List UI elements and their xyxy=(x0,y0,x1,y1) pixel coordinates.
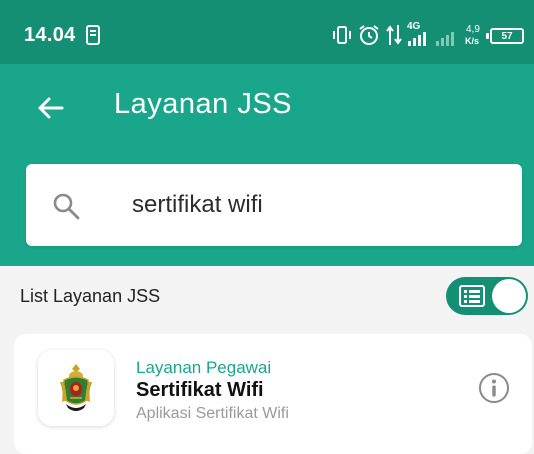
info-icon[interactable] xyxy=(478,372,510,404)
data-transfer-icon xyxy=(386,25,402,45)
network-speed-unit: K/s xyxy=(465,36,480,46)
service-logo xyxy=(38,350,114,426)
network-speed-value: 4,9 xyxy=(466,24,480,35)
battery-icon: 57 xyxy=(490,28,524,44)
list-title: List Layanan JSS xyxy=(20,286,161,306)
app-header: Layanan JSS xyxy=(0,64,534,266)
network-type: 4G xyxy=(407,21,421,32)
status-time: 14.04 xyxy=(24,24,76,46)
page-title: Layanan JSS xyxy=(114,88,293,120)
search-bar[interactable] xyxy=(26,164,522,246)
battery-tip xyxy=(486,33,489,39)
service-description: Aplikasi Sertifikat Wifi xyxy=(136,405,289,422)
arrow-left-icon xyxy=(38,97,64,119)
search-icon xyxy=(53,193,80,220)
list-view-icon xyxy=(459,285,485,307)
toggle-knob xyxy=(492,279,526,313)
signal-icon xyxy=(408,32,454,46)
vibrate-icon xyxy=(333,26,351,44)
view-mode-toggle[interactable] xyxy=(446,277,528,315)
jogja-emblem-logo xyxy=(60,364,92,411)
search-input[interactable] xyxy=(132,182,502,228)
alarm-icon xyxy=(359,25,379,45)
battery-level: 57 xyxy=(501,30,513,42)
service-title: Sertifikat Wifi xyxy=(136,379,264,401)
list-header: List Layanan JSS xyxy=(0,266,534,328)
back-button[interactable] xyxy=(30,90,70,126)
service-list-item[interactable]: Layanan Pegawai Sertifikat Wifi Aplikasi… xyxy=(14,334,532,454)
service-category: Layanan Pegawai xyxy=(136,358,272,377)
status-bar: 14.04 4G 4,9 K/s 57 xyxy=(0,0,534,64)
notification-icon xyxy=(86,25,100,45)
